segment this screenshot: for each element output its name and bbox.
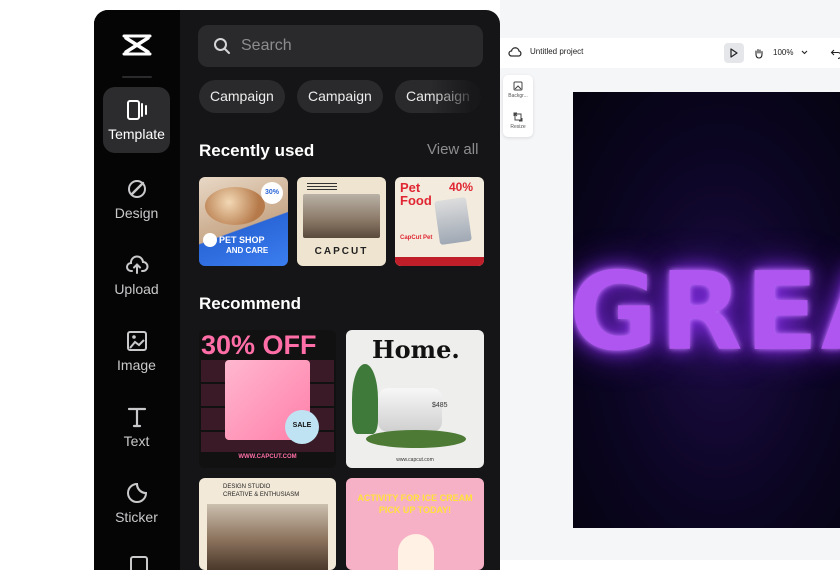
image-icon bbox=[126, 331, 147, 351]
plant-decor bbox=[352, 364, 378, 434]
upload-icon bbox=[125, 255, 148, 274]
side-tool-label: Resize bbox=[510, 124, 526, 130]
undo-icon[interactable] bbox=[830, 47, 840, 59]
template-icon bbox=[126, 100, 147, 120]
sidebar-item-text[interactable]: Text bbox=[103, 394, 170, 460]
thumb-footer: WWW.CAPCUT.COM bbox=[238, 454, 297, 460]
sticker-icon bbox=[126, 482, 147, 503]
search-icon bbox=[214, 38, 230, 54]
capcut-logo-icon bbox=[122, 34, 152, 56]
chevron-down-icon[interactable] bbox=[801, 49, 808, 56]
sidebar-item-sticker[interactable]: Sticker bbox=[103, 470, 170, 536]
recommend-template-sale[interactable]: 30% OFF SALE WWW.CAPCUT.COM bbox=[199, 330, 336, 468]
category-chip[interactable]: Campaign bbox=[395, 80, 481, 113]
recent-template-capcut[interactable]: CAPCUT bbox=[297, 177, 386, 266]
nav-label: Image bbox=[117, 357, 156, 373]
group-photo bbox=[303, 194, 380, 238]
thumb-header-lines bbox=[307, 183, 337, 191]
nav-label: Upload bbox=[114, 281, 159, 297]
category-chip[interactable]: Campaign bbox=[297, 80, 383, 113]
nav-label: Sticker bbox=[115, 509, 158, 525]
search-input[interactable] bbox=[239, 36, 473, 56]
rail-divider bbox=[122, 76, 152, 78]
sidebar-item-more[interactable] bbox=[130, 556, 148, 570]
template-panel: Campaign Campaign Campaign Recently used… bbox=[180, 10, 500, 570]
design-icon bbox=[127, 180, 146, 198]
thumb-subline: PICK UP TODAY! bbox=[378, 505, 452, 515]
project-title[interactable]: Untitled project bbox=[530, 47, 583, 56]
background-tool[interactable]: Backgr... bbox=[503, 81, 533, 99]
nav-label: Template bbox=[108, 126, 165, 142]
thumb-headline: PET SHOP bbox=[219, 235, 265, 245]
recent-template-pet-food[interactable]: Pet Food 40% CapCut Pet bbox=[395, 177, 484, 266]
background-icon bbox=[513, 81, 523, 91]
sidebar-item-upload[interactable]: Upload bbox=[103, 242, 170, 308]
thumb-headline: DESIGN STUDIO bbox=[223, 484, 271, 490]
paw-icon bbox=[203, 233, 217, 247]
pet-food-bag bbox=[434, 196, 472, 246]
design-canvas[interactable]: GREAT bbox=[573, 92, 840, 528]
thumb-subline: CREATIVE & ENTHUSIASM bbox=[223, 492, 300, 498]
select-tool-button[interactable] bbox=[724, 43, 744, 63]
recent-template-pet-shop[interactable]: 30% PET SHOP AND CARE bbox=[199, 177, 288, 266]
cat-photo bbox=[205, 187, 265, 225]
recommend-template-home[interactable]: Home. $485 www.capcut.com bbox=[346, 330, 484, 468]
pointer-icon bbox=[730, 48, 738, 58]
thumb-headline: ACTIVITY FOR ICE CREAM bbox=[357, 493, 473, 503]
thumb-headline: Home. bbox=[372, 335, 460, 364]
footer-band bbox=[395, 257, 484, 266]
sale-tag: SALE bbox=[292, 422, 312, 429]
rug-ellipse bbox=[366, 430, 466, 448]
hand-icon bbox=[754, 48, 763, 59]
group-photo bbox=[207, 504, 328, 570]
nav-label: Design bbox=[114, 205, 159, 221]
recently-used-title: Recently used bbox=[199, 141, 315, 160]
recommend-template-studio[interactable]: DESIGN STUDIO CREATIVE & ENTHUSIASM bbox=[199, 478, 336, 570]
sidebar-item-image[interactable]: Image bbox=[103, 318, 170, 384]
nav-label: Text bbox=[123, 433, 150, 449]
view-all-link[interactable]: View all bbox=[427, 141, 478, 158]
price-label: $485 bbox=[432, 402, 448, 409]
thumb-subline: Food bbox=[400, 193, 432, 208]
recommend-title: Recommend bbox=[199, 294, 302, 313]
thumb-caption: CapCut Pet bbox=[400, 235, 433, 241]
sidebar-item-design[interactable]: Design bbox=[103, 166, 170, 232]
cloud-icon[interactable] bbox=[508, 46, 522, 58]
text-icon bbox=[127, 407, 146, 428]
thumb-headline: 30% OFF bbox=[201, 330, 317, 360]
category-chip[interactable]: Campaign bbox=[199, 80, 285, 113]
hand-tool-button[interactable] bbox=[748, 43, 768, 63]
app-panel: Template Design Upload Image Text Sticke… bbox=[94, 10, 500, 570]
canvas-side-toolbar: Backgr... Resize bbox=[503, 75, 533, 137]
discount-badge: 30% bbox=[261, 182, 283, 204]
side-tool-label: Backgr... bbox=[508, 93, 528, 99]
canvas-headline-text[interactable]: GREAT bbox=[573, 250, 840, 375]
thumb-headline: CAPCUT bbox=[314, 246, 369, 257]
zoom-level[interactable]: 100% bbox=[773, 48, 793, 57]
thumb-subline: AND CARE bbox=[226, 246, 269, 255]
discount-badge: 40% bbox=[449, 180, 474, 194]
recommend-template-ice-cream[interactable]: ACTIVITY FOR ICE CREAM PICK UP TODAY! bbox=[346, 478, 484, 570]
armchair-photo bbox=[378, 388, 442, 432]
sidebar-item-template[interactable]: Template bbox=[103, 87, 170, 153]
resize-tool[interactable]: Resize bbox=[503, 112, 533, 130]
resize-icon bbox=[513, 112, 523, 122]
search-box[interactable] bbox=[198, 25, 483, 67]
thumb-footer: www.capcut.com bbox=[396, 457, 434, 463]
ice-cream-cup bbox=[398, 534, 434, 570]
sidebar-rail: Template Design Upload Image Text Sticke… bbox=[94, 10, 180, 570]
